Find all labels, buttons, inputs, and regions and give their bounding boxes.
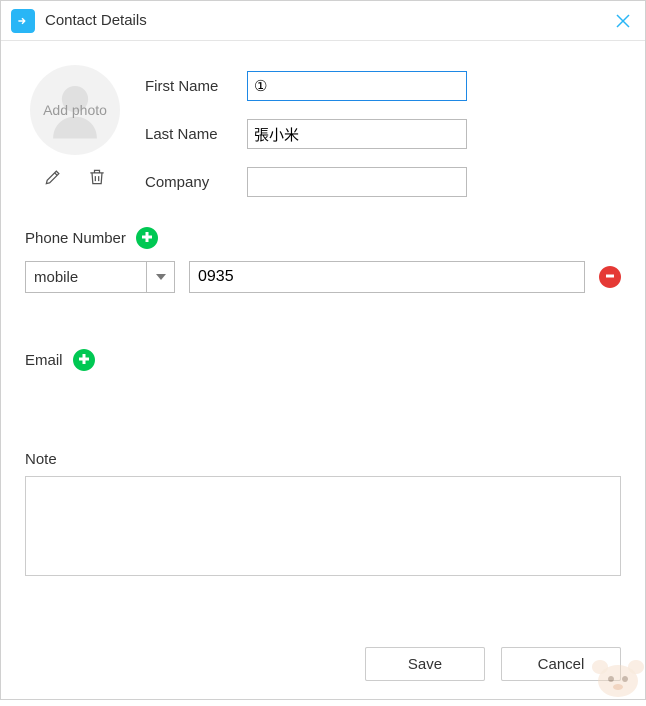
note-section: Note: [25, 451, 621, 579]
contact-details-window: Contact Details Add photo: [0, 0, 646, 700]
titlebar: Contact Details: [1, 1, 645, 41]
window-title: Contact Details: [45, 12, 611, 29]
phone-entry-row: mobile: [25, 261, 621, 293]
phone-section: Phone Number mobile: [25, 227, 621, 293]
save-button[interactable]: Save: [365, 647, 485, 681]
phone-section-label: Phone Number: [25, 230, 126, 247]
company-input[interactable]: [247, 167, 467, 197]
first-name-row: First Name: [145, 71, 621, 101]
pencil-icon: [43, 167, 63, 190]
name-section: Add photo Fir: [25, 65, 621, 197]
name-fields: First Name Last Name Company: [145, 65, 621, 197]
first-name-input[interactable]: [247, 71, 467, 101]
edit-photo-button[interactable]: [42, 167, 64, 189]
plus-icon: [141, 230, 153, 246]
phone-type-select[interactable]: mobile: [25, 261, 175, 293]
phone-number-input[interactable]: [189, 261, 585, 293]
photo-column: Add photo: [25, 65, 125, 197]
email-section-header: Email: [25, 349, 621, 371]
company-label: Company: [145, 174, 235, 191]
add-email-button[interactable]: [73, 349, 95, 371]
phone-type-value: mobile: [26, 269, 146, 286]
button-bar: Save Cancel: [1, 633, 645, 699]
minus-icon: [604, 269, 616, 285]
plus-icon: [78, 352, 90, 368]
trash-icon: [87, 167, 107, 190]
chevron-down-icon: [146, 262, 174, 292]
note-textarea[interactable]: [25, 476, 621, 576]
photo-actions: [42, 167, 108, 189]
cancel-button[interactable]: Cancel: [501, 647, 621, 681]
last-name-label: Last Name: [145, 126, 235, 143]
company-row: Company: [145, 167, 621, 197]
delete-photo-button[interactable]: [86, 167, 108, 189]
add-photo-button[interactable]: Add photo: [30, 65, 120, 155]
remove-phone-button[interactable]: [599, 266, 621, 288]
phone-section-header: Phone Number: [25, 227, 621, 249]
add-photo-label: Add photo: [43, 102, 107, 118]
first-name-label: First Name: [145, 78, 235, 95]
note-label: Note: [25, 451, 621, 468]
last-name-row: Last Name: [145, 119, 621, 149]
email-section: Email: [25, 349, 621, 371]
last-name-input[interactable]: [247, 119, 467, 149]
app-icon: [11, 9, 35, 33]
close-button[interactable]: [611, 9, 635, 33]
add-phone-button[interactable]: [136, 227, 158, 249]
content-area: Add photo Fir: [1, 41, 645, 633]
email-section-label: Email: [25, 352, 63, 369]
